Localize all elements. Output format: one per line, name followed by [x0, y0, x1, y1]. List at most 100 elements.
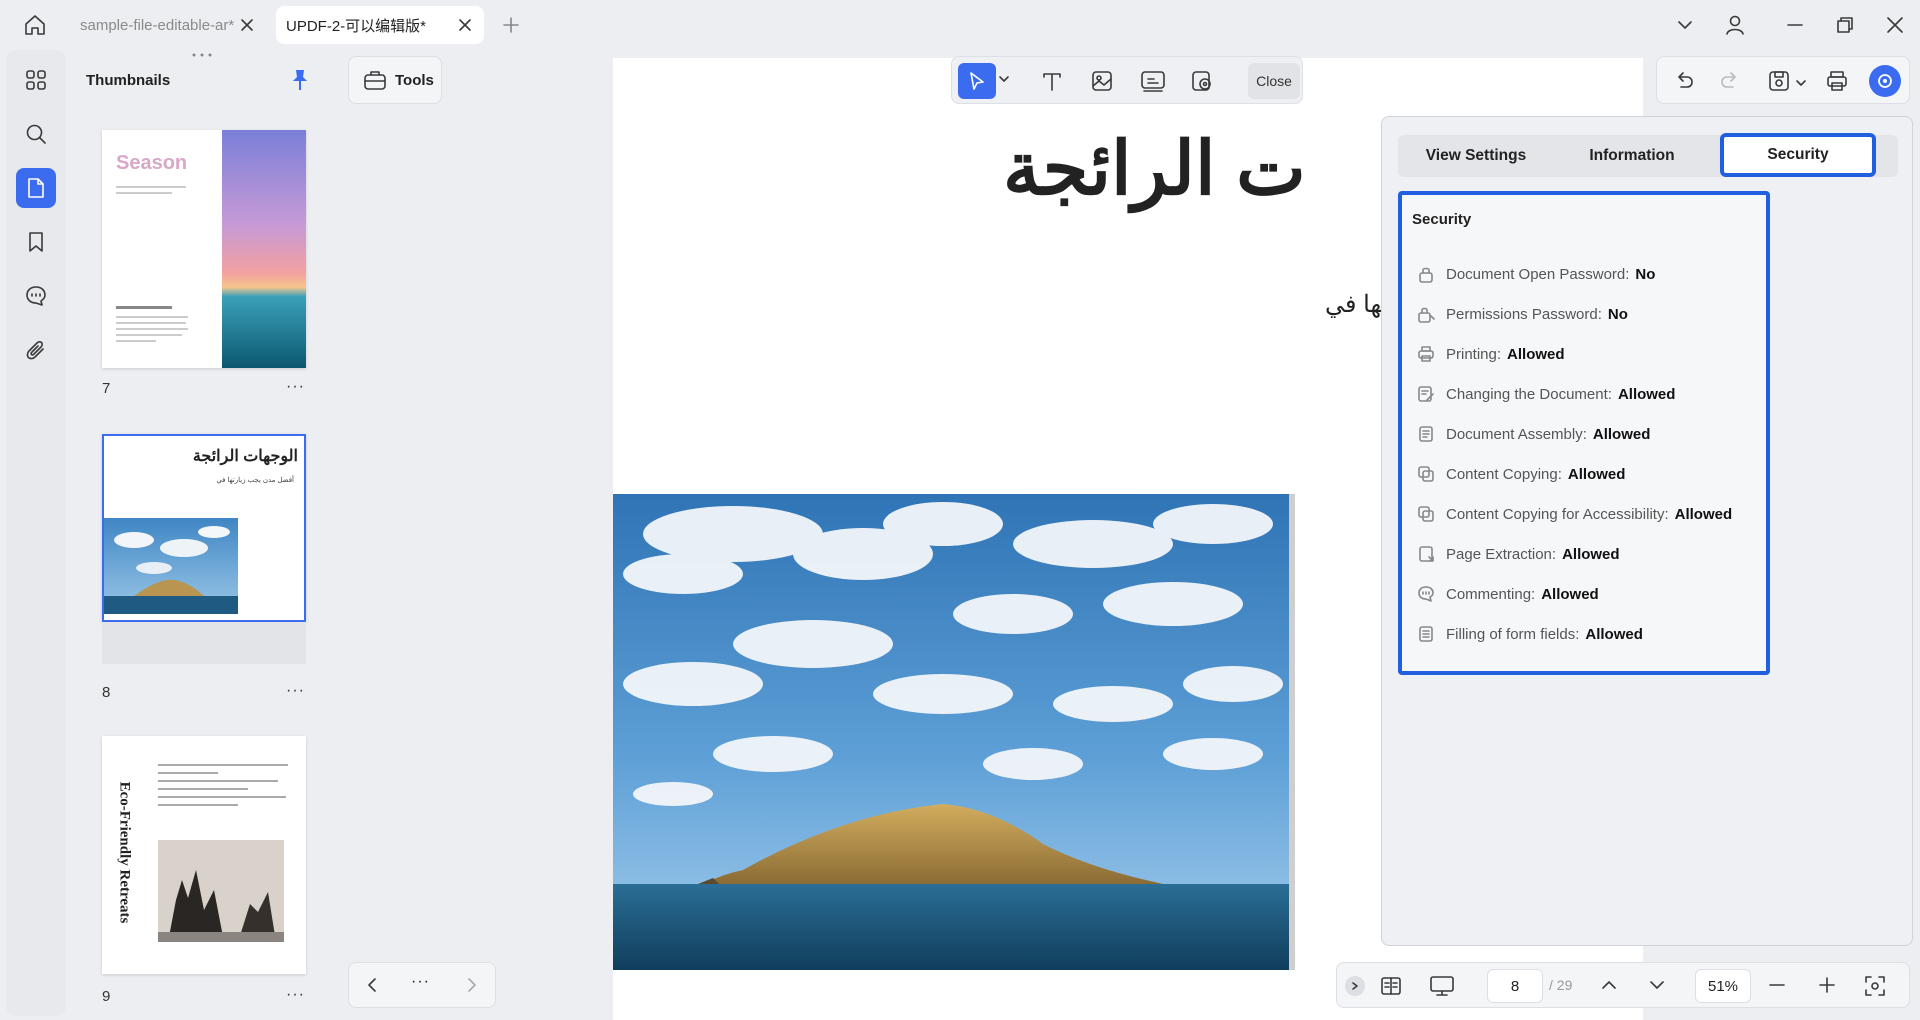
security-row-printing: Printing: Allowed	[1416, 343, 1565, 365]
presentation-icon[interactable]	[1429, 974, 1455, 998]
redo-icon[interactable]	[1719, 69, 1741, 91]
chevron-right-icon[interactable]	[461, 975, 481, 995]
panel-title: Thumbnails	[86, 72, 171, 89]
home-icon[interactable]	[20, 10, 50, 40]
thumbnail-page-8[interactable]: الوجهات الرائجة أفضل مدن يجب زيارتها في	[102, 434, 306, 622]
edit-toolbar: Close	[951, 56, 1303, 104]
document-properties-panel: View Settings Information Security Secur…	[1381, 116, 1913, 946]
edit-document-icon	[1416, 384, 1436, 404]
restore-icon[interactable]	[1830, 10, 1860, 40]
thumbnail-placeholder	[102, 622, 306, 664]
watermark-tool-icon[interactable]	[1190, 69, 1214, 93]
section-title: Security	[1412, 211, 1472, 228]
cursor-icon	[970, 72, 984, 90]
security-row-open-password: Document Open Password: No	[1416, 263, 1655, 285]
image-tool-icon[interactable]	[1090, 69, 1114, 93]
zoom-level-input[interactable]: 51%	[1695, 969, 1751, 1003]
thumbnail-title: Eco-Friendly Retreats	[116, 781, 133, 924]
sunset-image	[222, 130, 306, 368]
chevron-down-icon[interactable]	[1795, 77, 1807, 89]
close-icon[interactable]	[234, 12, 260, 38]
chevron-down-icon[interactable]	[998, 73, 1010, 85]
thumbnail-title: Season	[116, 152, 188, 174]
more-button[interactable]: ···	[411, 973, 430, 991]
apps-grid-icon[interactable]	[16, 60, 56, 100]
print-icon[interactable]	[1825, 69, 1849, 93]
comment-icon	[1416, 584, 1436, 604]
row-label: Page Extraction:	[1446, 545, 1557, 563]
add-tab-icon[interactable]	[496, 10, 526, 40]
thumbnail-text-lines	[116, 186, 186, 194]
thumbnail-page-9[interactable]: Eco-Friendly Retreats	[102, 736, 306, 974]
close-window-icon[interactable]	[1880, 10, 1910, 40]
tools-button[interactable]: Tools	[348, 56, 442, 104]
zoom-in-icon[interactable]	[1817, 975, 1837, 995]
select-tool-button[interactable]	[958, 63, 996, 99]
security-row-changing: Changing the Document: Allowed	[1416, 383, 1675, 405]
row-value: Allowed	[1585, 625, 1643, 643]
account-icon[interactable]	[1720, 10, 1750, 40]
attachment-icon[interactable]	[16, 330, 56, 370]
pin-icon[interactable]	[290, 68, 310, 92]
close-edit-button[interactable]: Close	[1248, 63, 1300, 99]
security-row-assembly: Document Assembly: Allowed	[1416, 423, 1650, 445]
tab-label: sample-file-editable-ar*	[80, 16, 234, 34]
thumbnail-title: الوجهات الرائجة	[192, 448, 298, 465]
total-pages-label: / 29	[1549, 977, 1573, 993]
search-icon[interactable]	[16, 114, 56, 154]
row-value: Allowed	[1507, 345, 1565, 363]
text-tool-icon[interactable]	[1040, 69, 1064, 93]
close-icon[interactable]	[452, 12, 478, 38]
thumbnail-paragraph	[116, 306, 188, 342]
document-subtext: تها في	[1325, 291, 1389, 318]
link-tool-icon[interactable]	[1140, 69, 1166, 93]
chevron-up-icon[interactable]	[1599, 975, 1619, 995]
expand-icon[interactable]	[1345, 976, 1365, 996]
bookmark-icon[interactable]	[16, 222, 56, 262]
row-label: Document Open Password:	[1446, 265, 1630, 283]
thumbnails-panel: Thumbnails Season 7 ··· الوجهات الرائجة …	[68, 50, 340, 1016]
form-icon	[1416, 624, 1436, 644]
tab-updf-2[interactable]: UPDF-2-可以编辑版*	[276, 6, 484, 44]
document-icon	[1416, 424, 1436, 444]
undo-icon[interactable]	[1673, 69, 1695, 91]
row-label: Printing:	[1446, 345, 1502, 363]
minimize-icon[interactable]	[1780, 10, 1810, 40]
page-more-button[interactable]: ···	[286, 378, 305, 396]
ai-assistant-icon[interactable]	[1869, 65, 1901, 97]
security-row-page-extraction: Page Extraction: Allowed	[1416, 543, 1620, 565]
resize-handle[interactable]	[190, 52, 214, 58]
page-number-input[interactable]: 8	[1487, 969, 1543, 1003]
page-extract-icon	[1416, 544, 1436, 564]
copy-icon	[1416, 504, 1436, 524]
tab-security[interactable]: Security	[1720, 133, 1876, 177]
security-row-copying-accessibility: Content Copying for Accessibility: Allowe…	[1416, 503, 1732, 525]
comment-icon[interactable]	[16, 276, 56, 316]
row-label: Permissions Password:	[1446, 305, 1602, 323]
chevron-down-icon[interactable]	[1670, 10, 1700, 40]
tab-view-settings[interactable]: View Settings	[1398, 135, 1554, 177]
row-value: Allowed	[1562, 545, 1620, 563]
chevron-down-icon[interactable]	[1647, 975, 1667, 995]
tab-information[interactable]: Information	[1554, 135, 1710, 177]
row-label: Filling of form fields:	[1446, 625, 1580, 643]
thumbnails-page-icon[interactable]	[16, 168, 56, 208]
zoom-out-icon[interactable]	[1767, 975, 1787, 995]
save-icon[interactable]	[1767, 69, 1791, 93]
chevron-left-icon[interactable]	[363, 975, 383, 995]
security-row-form-fields: Filling of form fields: Allowed	[1416, 623, 1643, 645]
tab-sample-file[interactable]: sample-file-editable-ar*	[70, 6, 266, 44]
page-more-button[interactable]: ···	[286, 986, 305, 1004]
security-row-commenting: Commenting: Allowed	[1416, 583, 1599, 605]
thumbnail-page-7[interactable]: Season	[102, 130, 306, 368]
row-value: Allowed	[1541, 585, 1599, 603]
row-label: Document Assembly:	[1446, 425, 1587, 443]
row-label: Content Copying:	[1446, 465, 1562, 483]
status-bar: 8 / 29 51%	[1336, 962, 1910, 1008]
copy-icon	[1416, 464, 1436, 484]
security-row-content-copying: Content Copying: Allowed	[1416, 463, 1625, 485]
key-lock-icon	[1416, 304, 1436, 324]
page-layout-icon[interactable]	[1379, 974, 1403, 998]
page-more-button[interactable]: ···	[286, 682, 305, 700]
fit-page-icon[interactable]	[1863, 974, 1887, 998]
